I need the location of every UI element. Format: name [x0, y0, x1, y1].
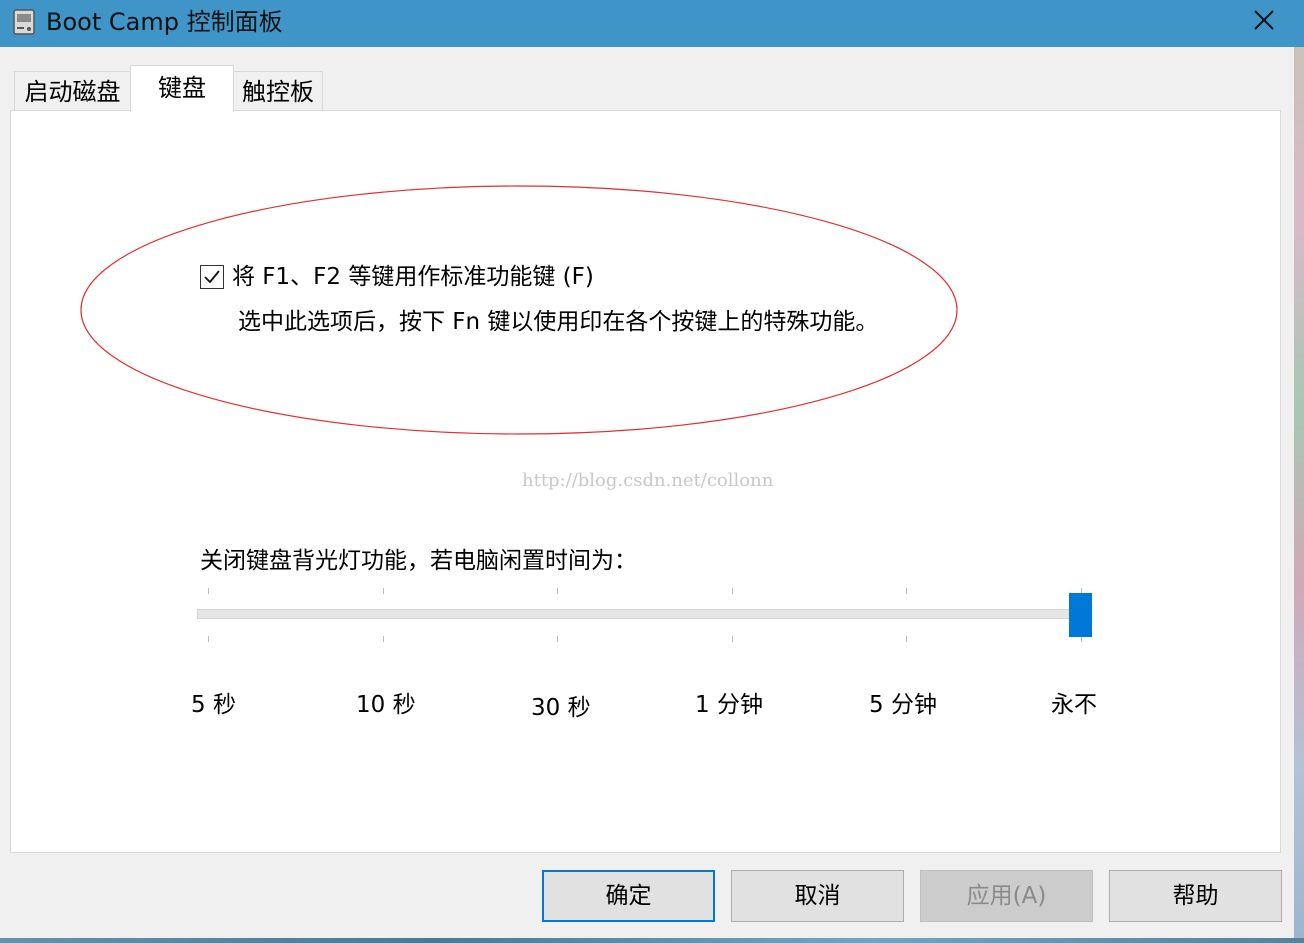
checkmark-icon [204, 270, 220, 284]
slider-tick [906, 636, 907, 642]
close-icon [1253, 9, 1275, 35]
backlight-label: 关闭键盘背光灯功能，若电脑闲置时间为： [200, 548, 637, 574]
fn-keys-checkbox[interactable] [200, 265, 224, 289]
stop-label-5s: 5 秒 [191, 692, 236, 718]
stop-label-1min: 1 分钟 [695, 692, 763, 718]
slider-tick [732, 588, 733, 594]
slider-tick [208, 636, 209, 642]
cancel-button[interactable]: 取消 [731, 870, 904, 922]
slider-tick [906, 588, 907, 594]
slider-tick [557, 636, 558, 642]
tab-keyboard[interactable]: 键盘 [130, 65, 234, 112]
help-button[interactable]: 帮助 [1109, 870, 1282, 922]
window-title: Boot Camp 控制面板 [46, 8, 283, 36]
slider-tick [732, 636, 733, 642]
desktop-background-edge [0, 938, 1304, 943]
watermark-text: http://blog.csdn.net/collonn [522, 470, 774, 491]
fn-keys-label[interactable]: 将 F1、F2 等键用作标准功能键 (F) [232, 260, 594, 294]
backlight-slider-track[interactable] [197, 609, 1092, 619]
slider-tick [383, 588, 384, 594]
tab-trackpad[interactable]: 触控板 [233, 71, 323, 111]
slider-tick [383, 636, 384, 642]
fn-keys-description: 选中此选项后，按下 Fn 键以使用印在各个按键上的特殊功能。 [238, 309, 879, 335]
stop-label-10s: 10 秒 [356, 692, 416, 718]
drive-icon [12, 8, 36, 36]
bootcamp-window: Boot Camp 控制面板 启动磁盘 键盘 触控板 将 F1、F2 等键用作标… [0, 0, 1304, 943]
title-bar[interactable]: Boot Camp 控制面板 [0, 0, 1304, 47]
stop-label-5min: 5 分钟 [869, 692, 937, 718]
tab-startup-disk[interactable]: 启动磁盘 [14, 71, 131, 111]
slider-tick [557, 588, 558, 594]
stop-label-30s: 30 秒 [531, 695, 591, 721]
slider-tick [208, 588, 209, 594]
stop-label-never: 永不 [1051, 692, 1097, 718]
desktop-background-edge [1294, 47, 1304, 943]
close-button[interactable] [1236, 0, 1292, 44]
ok-button[interactable]: 确定 [542, 870, 715, 922]
apply-button[interactable]: 应用(A) [920, 870, 1093, 922]
backlight-slider-thumb[interactable] [1069, 593, 1092, 637]
